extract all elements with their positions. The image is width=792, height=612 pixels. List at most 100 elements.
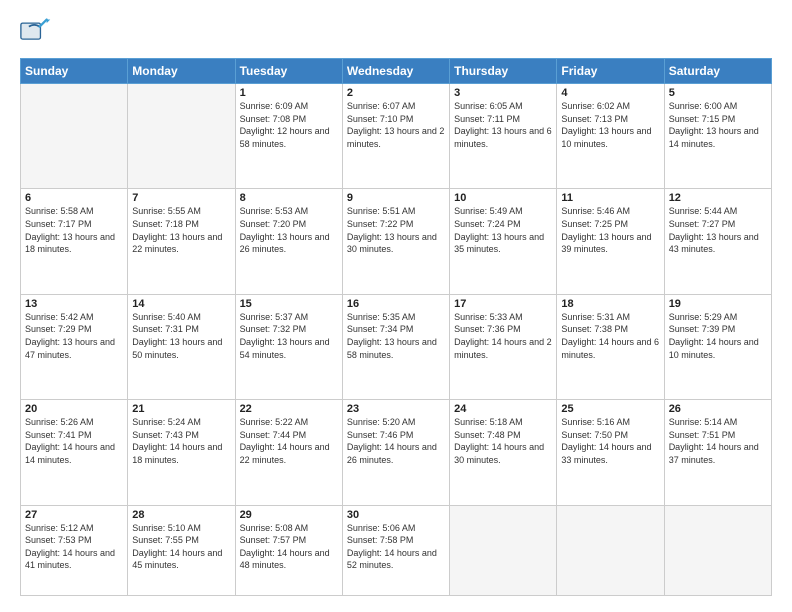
day-number: 9	[347, 192, 445, 204]
calendar-cell: 18Sunrise: 5:31 AMSunset: 7:38 PMDayligh…	[557, 294, 664, 399]
day-info: Sunrise: 5:40 AMSunset: 7:31 PMDaylight:…	[132, 311, 230, 361]
calendar-cell: 15Sunrise: 5:37 AMSunset: 7:32 PMDayligh…	[235, 294, 342, 399]
day-info: Sunrise: 5:42 AMSunset: 7:29 PMDaylight:…	[25, 311, 123, 361]
day-number: 8	[240, 192, 338, 204]
day-info: Sunrise: 5:58 AMSunset: 7:17 PMDaylight:…	[25, 205, 123, 255]
calendar-week-row: 20Sunrise: 5:26 AMSunset: 7:41 PMDayligh…	[21, 400, 772, 505]
weekday-header-saturday: Saturday	[664, 59, 771, 84]
calendar-cell: 11Sunrise: 5:46 AMSunset: 7:25 PMDayligh…	[557, 189, 664, 294]
calendar-table: SundayMondayTuesdayWednesdayThursdayFrid…	[20, 58, 772, 596]
day-number: 13	[25, 298, 123, 310]
calendar-cell: 9Sunrise: 5:51 AMSunset: 7:22 PMDaylight…	[342, 189, 449, 294]
logo	[20, 16, 56, 48]
day-info: Sunrise: 5:46 AMSunset: 7:25 PMDaylight:…	[561, 205, 659, 255]
day-number: 4	[561, 87, 659, 99]
day-number: 11	[561, 192, 659, 204]
day-number: 16	[347, 298, 445, 310]
day-info: Sunrise: 5:20 AMSunset: 7:46 PMDaylight:…	[347, 416, 445, 466]
weekday-header-friday: Friday	[557, 59, 664, 84]
day-info: Sunrise: 5:51 AMSunset: 7:22 PMDaylight:…	[347, 205, 445, 255]
calendar-cell: 17Sunrise: 5:33 AMSunset: 7:36 PMDayligh…	[450, 294, 557, 399]
day-number: 27	[25, 509, 123, 521]
day-number: 23	[347, 403, 445, 415]
calendar-cell: 13Sunrise: 5:42 AMSunset: 7:29 PMDayligh…	[21, 294, 128, 399]
day-info: Sunrise: 5:33 AMSunset: 7:36 PMDaylight:…	[454, 311, 552, 361]
calendar-cell: 12Sunrise: 5:44 AMSunset: 7:27 PMDayligh…	[664, 189, 771, 294]
calendar-cell: 16Sunrise: 5:35 AMSunset: 7:34 PMDayligh…	[342, 294, 449, 399]
calendar-cell: 22Sunrise: 5:22 AMSunset: 7:44 PMDayligh…	[235, 400, 342, 505]
day-info: Sunrise: 6:00 AMSunset: 7:15 PMDaylight:…	[669, 100, 767, 150]
day-info: Sunrise: 5:49 AMSunset: 7:24 PMDaylight:…	[454, 205, 552, 255]
weekday-header-monday: Monday	[128, 59, 235, 84]
calendar-cell: 4Sunrise: 6:02 AMSunset: 7:13 PMDaylight…	[557, 84, 664, 189]
day-info: Sunrise: 5:31 AMSunset: 7:38 PMDaylight:…	[561, 311, 659, 361]
weekday-header-wednesday: Wednesday	[342, 59, 449, 84]
day-number: 26	[669, 403, 767, 415]
day-number: 10	[454, 192, 552, 204]
calendar-cell: 3Sunrise: 6:05 AMSunset: 7:11 PMDaylight…	[450, 84, 557, 189]
calendar-cell: 20Sunrise: 5:26 AMSunset: 7:41 PMDayligh…	[21, 400, 128, 505]
calendar-cell: 21Sunrise: 5:24 AMSunset: 7:43 PMDayligh…	[128, 400, 235, 505]
calendar-week-row: 1Sunrise: 6:09 AMSunset: 7:08 PMDaylight…	[21, 84, 772, 189]
day-info: Sunrise: 5:37 AMSunset: 7:32 PMDaylight:…	[240, 311, 338, 361]
calendar-cell	[450, 505, 557, 596]
day-number: 20	[25, 403, 123, 415]
calendar-cell: 23Sunrise: 5:20 AMSunset: 7:46 PMDayligh…	[342, 400, 449, 505]
calendar-cell: 27Sunrise: 5:12 AMSunset: 7:53 PMDayligh…	[21, 505, 128, 596]
weekday-header-thursday: Thursday	[450, 59, 557, 84]
calendar-cell: 14Sunrise: 5:40 AMSunset: 7:31 PMDayligh…	[128, 294, 235, 399]
calendar-cell: 7Sunrise: 5:55 AMSunset: 7:18 PMDaylight…	[128, 189, 235, 294]
day-number: 2	[347, 87, 445, 99]
calendar-week-row: 13Sunrise: 5:42 AMSunset: 7:29 PMDayligh…	[21, 294, 772, 399]
calendar-week-row: 27Sunrise: 5:12 AMSunset: 7:53 PMDayligh…	[21, 505, 772, 596]
day-info: Sunrise: 5:35 AMSunset: 7:34 PMDaylight:…	[347, 311, 445, 361]
day-number: 17	[454, 298, 552, 310]
calendar-cell: 5Sunrise: 6:00 AMSunset: 7:15 PMDaylight…	[664, 84, 771, 189]
day-info: Sunrise: 6:09 AMSunset: 7:08 PMDaylight:…	[240, 100, 338, 150]
calendar-cell	[128, 84, 235, 189]
day-info: Sunrise: 5:14 AMSunset: 7:51 PMDaylight:…	[669, 416, 767, 466]
weekday-header-sunday: Sunday	[21, 59, 128, 84]
day-number: 15	[240, 298, 338, 310]
day-info: Sunrise: 6:05 AMSunset: 7:11 PMDaylight:…	[454, 100, 552, 150]
day-number: 21	[132, 403, 230, 415]
calendar-week-row: 6Sunrise: 5:58 AMSunset: 7:17 PMDaylight…	[21, 189, 772, 294]
header	[20, 16, 772, 48]
calendar-cell	[557, 505, 664, 596]
calendar-cell: 29Sunrise: 5:08 AMSunset: 7:57 PMDayligh…	[235, 505, 342, 596]
day-info: Sunrise: 5:16 AMSunset: 7:50 PMDaylight:…	[561, 416, 659, 466]
calendar-cell: 26Sunrise: 5:14 AMSunset: 7:51 PMDayligh…	[664, 400, 771, 505]
calendar-cell: 28Sunrise: 5:10 AMSunset: 7:55 PMDayligh…	[128, 505, 235, 596]
calendar-cell: 1Sunrise: 6:09 AMSunset: 7:08 PMDaylight…	[235, 84, 342, 189]
day-number: 30	[347, 509, 445, 521]
logo-icon	[20, 16, 52, 48]
day-info: Sunrise: 5:22 AMSunset: 7:44 PMDaylight:…	[240, 416, 338, 466]
day-info: Sunrise: 5:29 AMSunset: 7:39 PMDaylight:…	[669, 311, 767, 361]
day-info: Sunrise: 5:10 AMSunset: 7:55 PMDaylight:…	[132, 522, 230, 572]
day-info: Sunrise: 5:44 AMSunset: 7:27 PMDaylight:…	[669, 205, 767, 255]
day-number: 12	[669, 192, 767, 204]
day-number: 29	[240, 509, 338, 521]
calendar-cell: 6Sunrise: 5:58 AMSunset: 7:17 PMDaylight…	[21, 189, 128, 294]
day-number: 1	[240, 87, 338, 99]
day-number: 5	[669, 87, 767, 99]
day-info: Sunrise: 5:55 AMSunset: 7:18 PMDaylight:…	[132, 205, 230, 255]
day-number: 7	[132, 192, 230, 204]
calendar-cell: 10Sunrise: 5:49 AMSunset: 7:24 PMDayligh…	[450, 189, 557, 294]
calendar-cell	[664, 505, 771, 596]
day-number: 28	[132, 509, 230, 521]
day-number: 24	[454, 403, 552, 415]
day-info: Sunrise: 5:08 AMSunset: 7:57 PMDaylight:…	[240, 522, 338, 572]
day-number: 18	[561, 298, 659, 310]
day-number: 14	[132, 298, 230, 310]
page: SundayMondayTuesdayWednesdayThursdayFrid…	[0, 0, 792, 612]
day-number: 19	[669, 298, 767, 310]
calendar-cell: 24Sunrise: 5:18 AMSunset: 7:48 PMDayligh…	[450, 400, 557, 505]
day-info: Sunrise: 5:53 AMSunset: 7:20 PMDaylight:…	[240, 205, 338, 255]
day-info: Sunrise: 6:02 AMSunset: 7:13 PMDaylight:…	[561, 100, 659, 150]
day-info: Sunrise: 6:07 AMSunset: 7:10 PMDaylight:…	[347, 100, 445, 150]
day-info: Sunrise: 5:18 AMSunset: 7:48 PMDaylight:…	[454, 416, 552, 466]
day-number: 25	[561, 403, 659, 415]
calendar-cell: 2Sunrise: 6:07 AMSunset: 7:10 PMDaylight…	[342, 84, 449, 189]
day-number: 22	[240, 403, 338, 415]
